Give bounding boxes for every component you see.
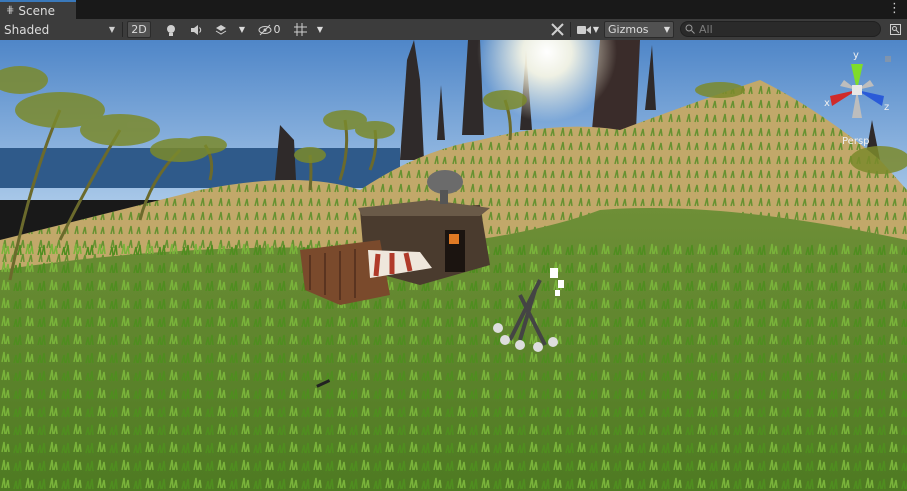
search-placeholder: All bbox=[699, 22, 713, 36]
chevron-down-icon: ▼ bbox=[316, 25, 324, 34]
more-options-icon[interactable]: ⋮ bbox=[888, 1, 901, 16]
tab-scene[interactable]: ⋕ Scene bbox=[0, 0, 76, 19]
tab-scene-label: Scene bbox=[18, 3, 55, 18]
orientation-gizmo[interactable]: y x z bbox=[822, 48, 892, 138]
toolbar-divider bbox=[122, 22, 123, 37]
audio-toggle-button[interactable] bbox=[185, 21, 207, 38]
scene-toolbar: Shaded ▼ 2D ▼ 0 ▼ ▼ Gizmos ▼ All bbox=[0, 19, 907, 41]
scene-viewport[interactable]: y x z Persp bbox=[0, 40, 907, 491]
search-options-button[interactable] bbox=[886, 21, 904, 38]
projection-label[interactable]: Persp bbox=[842, 136, 870, 147]
gizmo-x-label: x bbox=[824, 98, 830, 109]
hidden-objects-count: 0 bbox=[273, 23, 281, 36]
toolbar-divider bbox=[570, 22, 571, 37]
scene-render bbox=[0, 40, 907, 491]
camera-icon bbox=[576, 25, 591, 34]
gizmos-button[interactable]: Gizmos ▼ bbox=[604, 21, 674, 38]
2d-mode-button[interactable]: 2D bbox=[127, 21, 151, 38]
2d-mode-label: 2D bbox=[131, 23, 147, 36]
gizmos-label: Gizmos bbox=[608, 23, 649, 36]
chevron-down-icon: ▼ bbox=[592, 25, 600, 34]
chevron-down-icon: ▼ bbox=[238, 25, 246, 34]
window-tab-bar: ⋕ Scene ⋮ bbox=[0, 0, 907, 20]
lock-icon[interactable] bbox=[885, 56, 891, 62]
grid-snap-icon bbox=[293, 23, 307, 36]
grid-dropdown-button[interactable]: ▼ bbox=[312, 21, 328, 38]
speaker-icon bbox=[191, 24, 202, 35]
grass-blades bbox=[0, 240, 907, 491]
lightbulb-icon bbox=[167, 24, 175, 36]
eye-slash-icon bbox=[258, 24, 271, 35]
gizmo-z-label: z bbox=[884, 102, 889, 113]
search-options-icon bbox=[889, 24, 901, 35]
grid-icon: ⋕ bbox=[6, 5, 15, 16]
gizmo-center[interactable] bbox=[852, 85, 862, 95]
search-input[interactable]: All bbox=[680, 21, 881, 37]
shading-mode-dropdown[interactable]: Shaded ▼ bbox=[0, 20, 119, 39]
layers-icon bbox=[215, 24, 227, 35]
tools-button[interactable] bbox=[546, 21, 568, 38]
effects-toggle-button[interactable] bbox=[210, 21, 232, 38]
chevron-down-icon: ▼ bbox=[108, 25, 115, 34]
shading-mode-value: Shaded bbox=[4, 22, 50, 37]
grid-toggle-button[interactable] bbox=[289, 21, 311, 38]
search-icon bbox=[685, 24, 695, 34]
effects-dropdown-button[interactable]: ▼ bbox=[234, 21, 250, 38]
camera-settings-button[interactable]: ▼ bbox=[573, 21, 603, 38]
gizmo-y-label: y bbox=[853, 50, 859, 61]
hidden-objects-toggle-button[interactable]: 0 bbox=[254, 21, 284, 38]
wrench-icon bbox=[550, 23, 564, 36]
chevron-down-icon: ▼ bbox=[663, 25, 670, 34]
lighting-toggle-button[interactable] bbox=[160, 21, 182, 38]
